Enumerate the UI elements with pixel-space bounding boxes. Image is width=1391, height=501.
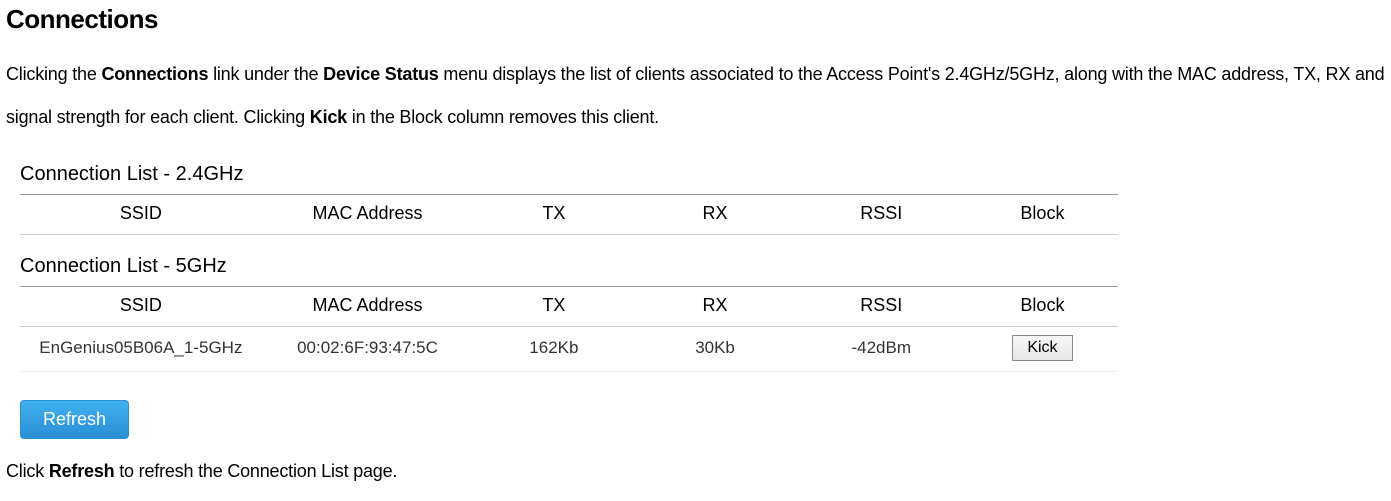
intro-text-2: link under the xyxy=(208,64,323,84)
th-mac: MAC Address xyxy=(262,195,474,235)
th-ssid: SSID xyxy=(20,287,262,327)
cell-rssi: -42dBm xyxy=(796,327,967,372)
th-tx: TX xyxy=(473,287,634,327)
th-rx: RX xyxy=(634,287,795,327)
panel-heading-5ghz: Connection List - 5GHz xyxy=(20,255,1118,278)
th-block: Block xyxy=(967,287,1118,327)
footer-paragraph: Click Refresh to refresh the Connection … xyxy=(6,461,1385,482)
cell-tx: 162Kb xyxy=(473,327,634,372)
intro-paragraph: Clicking the Connections link under the … xyxy=(6,53,1385,139)
th-tx: TX xyxy=(473,195,634,235)
table-header-row: SSID MAC Address TX RX RSSI Block xyxy=(20,287,1118,327)
table-header-row: SSID MAC Address TX RX RSSI Block xyxy=(20,195,1118,235)
cell-block: Kick xyxy=(967,327,1118,372)
intro-bold-kick: Kick xyxy=(310,107,347,127)
intro-bold-connections: Connections xyxy=(101,64,208,84)
th-rx: RX xyxy=(634,195,795,235)
th-rssi: RSSI xyxy=(796,287,967,327)
footer-text-2: to refresh the Connection List page. xyxy=(114,461,397,481)
th-rssi: RSSI xyxy=(796,195,967,235)
kick-button[interactable]: Kick xyxy=(1012,335,1072,361)
cell-ssid: EnGenius05B06A_1-5GHz xyxy=(20,327,262,372)
footer-bold-refresh: Refresh xyxy=(49,461,115,481)
cell-rx: 30Kb xyxy=(634,327,795,372)
th-ssid: SSID xyxy=(20,195,262,235)
intro-bold-device-status: Device Status xyxy=(323,64,438,84)
intro-text-1: Clicking the xyxy=(6,64,101,84)
intro-text-4: in the Block column removes this client. xyxy=(347,107,659,127)
page-title: Connections xyxy=(6,4,1391,35)
connection-list-panel: Connection List - 2.4GHz SSID MAC Addres… xyxy=(20,151,1118,439)
th-mac: MAC Address xyxy=(262,287,474,327)
connection-table-5ghz: SSID MAC Address TX RX RSSI Block EnGeni… xyxy=(20,286,1118,372)
cell-mac: 00:02:6F:93:47:5C xyxy=(262,327,474,372)
footer-text-1: Click xyxy=(6,461,49,481)
th-block: Block xyxy=(967,195,1118,235)
refresh-button[interactable]: Refresh xyxy=(20,400,129,439)
panel-heading-24ghz: Connection List - 2.4GHz xyxy=(20,163,1118,186)
connection-table-24ghz: SSID MAC Address TX RX RSSI Block xyxy=(20,194,1118,235)
table-row: EnGenius05B06A_1-5GHz 00:02:6F:93:47:5C … xyxy=(20,327,1118,372)
